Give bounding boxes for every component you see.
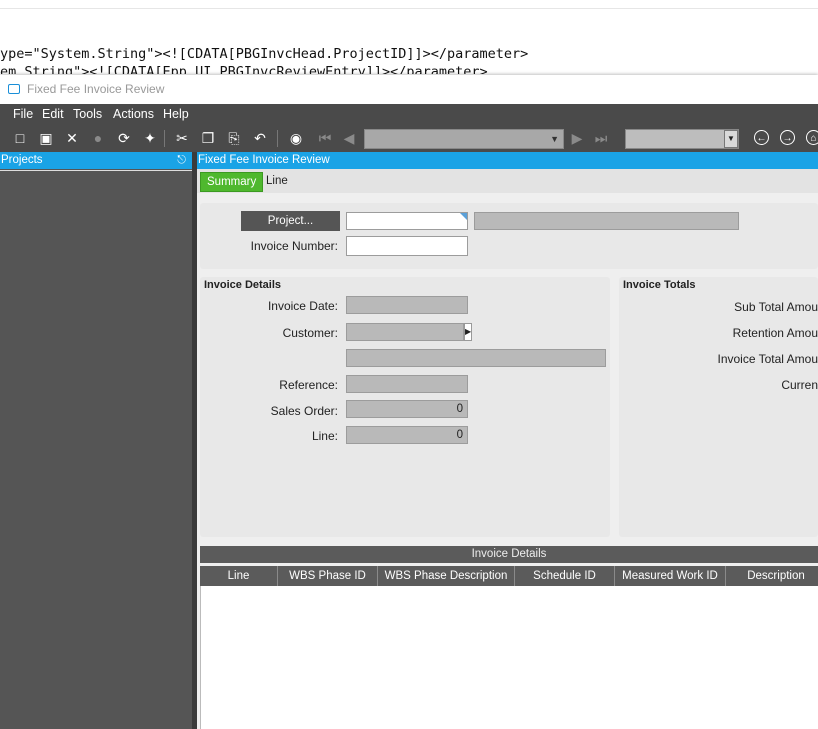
toolbar-separator [164,130,165,147]
column-wbs-phase-id[interactable]: WBS Phase ID [278,566,378,586]
back-icon[interactable]: ← [754,130,769,145]
line-label: Line: [311,429,338,443]
invoice-details-group: Invoice Details Invoice Date: Customer: … [200,277,610,537]
project-button[interactable]: Project... [241,211,340,231]
customer-label: Customer: [282,326,338,340]
project-description-field [474,212,739,230]
cut-icon[interactable]: ✂ [173,129,191,147]
column-measured-work-id[interactable]: Measured Work ID [615,566,726,586]
sales-order-field: 0 [346,400,468,418]
retention-label: Retention Amou [732,326,818,340]
grid-body[interactable] [200,586,818,729]
toolbar-separator [277,130,278,147]
pin-icon[interactable]: ⎋ [177,152,186,169]
code-line: em.String"><![CDATA[Epp.UI.PBGInvcReview… [0,64,488,74]
invoice-details-title: Invoice Details [204,279,282,291]
menu-edit[interactable]: Edit [42,107,64,121]
project-id-field[interactable] [346,212,468,230]
grid-title: Invoice Details [200,546,818,563]
form-title: Fixed Fee Invoice Review [198,154,330,166]
tab-strip: Summary Line [197,169,818,193]
first-record-icon[interactable]: ⏮ [316,129,334,147]
invoice-number-label: Invoice Number: [250,239,338,253]
invoice-date-label: Invoice Date: [267,299,338,313]
new-icon[interactable]: □ [11,129,29,147]
customer-name-field [346,349,606,367]
main-form: Fixed Fee Invoice Review Summary Line Pr… [197,152,818,729]
invoice-totals-title: Invoice Totals [623,279,696,291]
chevron-down-icon: ▼ [550,134,559,144]
required-marker-icon [460,213,467,220]
grid-header: Line WBS Phase ID WBS Phase Description … [200,566,818,586]
menu-actions[interactable]: Actions [113,107,154,121]
projects-panel-header: Projects ⎋ [0,152,192,169]
project-header-group: Project... Invoice Number: [200,203,818,269]
currency-label: Curren [781,378,818,392]
customer-field [346,323,464,341]
title-bar: Fixed Fee Invoice Review [0,75,818,104]
form-header: Fixed Fee Invoice Review [197,152,818,169]
undo-icon[interactable]: ↶ [251,129,269,147]
invoice-number-field[interactable] [346,236,468,256]
customer-lookup-arrow-icon[interactable]: ▶ [464,323,472,341]
binoculars-icon[interactable]: ◉ [287,129,305,147]
last-record-icon[interactable]: ⏭ [592,129,610,147]
secondary-selector[interactable]: ▼ [625,129,739,149]
paste-icon[interactable]: ⎘ [225,129,243,147]
tab-line[interactable]: Line [260,172,294,190]
column-schedule-id[interactable]: Schedule ID [515,566,615,586]
editor-divider [0,8,818,9]
forward-icon[interactable]: → [780,130,795,145]
copy-icon[interactable]: ❐ [199,129,217,147]
chevron-down-icon: ▼ [724,130,738,148]
code-line: ype="System.String"><![CDATA[PBGInvcHead… [0,46,529,62]
column-wbs-phase-description[interactable]: WBS Phase Description [378,566,515,586]
delete-icon[interactable]: ✕ [63,129,81,147]
background-code-editor: ype="System.String"><![CDATA[PBGInvcHead… [0,0,818,74]
invoice-date-field [346,296,468,314]
menu-bar: File Edit Tools Actions Help [0,104,818,125]
app-window: Fixed Fee Invoice Review File Edit Tools… [0,75,818,729]
chat-icon[interactable]: ● [89,129,107,147]
toolbar: □ ▣ ✕ ● ⟳ ✦ ✂ ❐ ⎘ ↶ ◉ ⏮ ◀ ▼ ▶ ⏭ ▼ ← → ⌂ [0,125,818,152]
invoice-totals-group: Invoice Totals Sub Total Amou Retention … [619,277,818,537]
sales-order-value: 0 [456,403,463,415]
menu-file[interactable]: File [13,107,33,121]
column-line[interactable]: Line [200,566,278,586]
column-description[interactable]: Description [726,566,818,586]
sub-total-label: Sub Total Amou [734,300,818,314]
next-record-icon[interactable]: ▶ [568,129,586,147]
save-icon[interactable]: ▣ [37,129,55,147]
prev-record-icon[interactable]: ◀ [340,129,358,147]
record-selector[interactable]: ▼ [364,129,564,149]
home-icon[interactable]: ⌂ [806,130,818,145]
window-title: Fixed Fee Invoice Review [27,82,165,96]
projects-panel-title: Projects [1,154,43,166]
app-icon [8,84,20,94]
reference-label: Reference: [279,378,338,392]
projects-panel: Projects ⎋ [0,152,192,729]
line-field: 0 [346,426,468,444]
panel-divider [0,170,192,171]
refresh-icon[interactable]: ⟳ [115,129,133,147]
line-value: 0 [456,429,463,441]
sales-order-label: Sales Order: [270,404,338,418]
menu-tools[interactable]: Tools [73,107,102,121]
clear-icon[interactable]: ✦ [141,129,159,147]
tab-summary[interactable]: Summary [200,172,264,192]
invoice-total-label: Invoice Total Amou [717,352,818,366]
reference-field [346,375,468,393]
menu-help[interactable]: Help [163,107,189,121]
